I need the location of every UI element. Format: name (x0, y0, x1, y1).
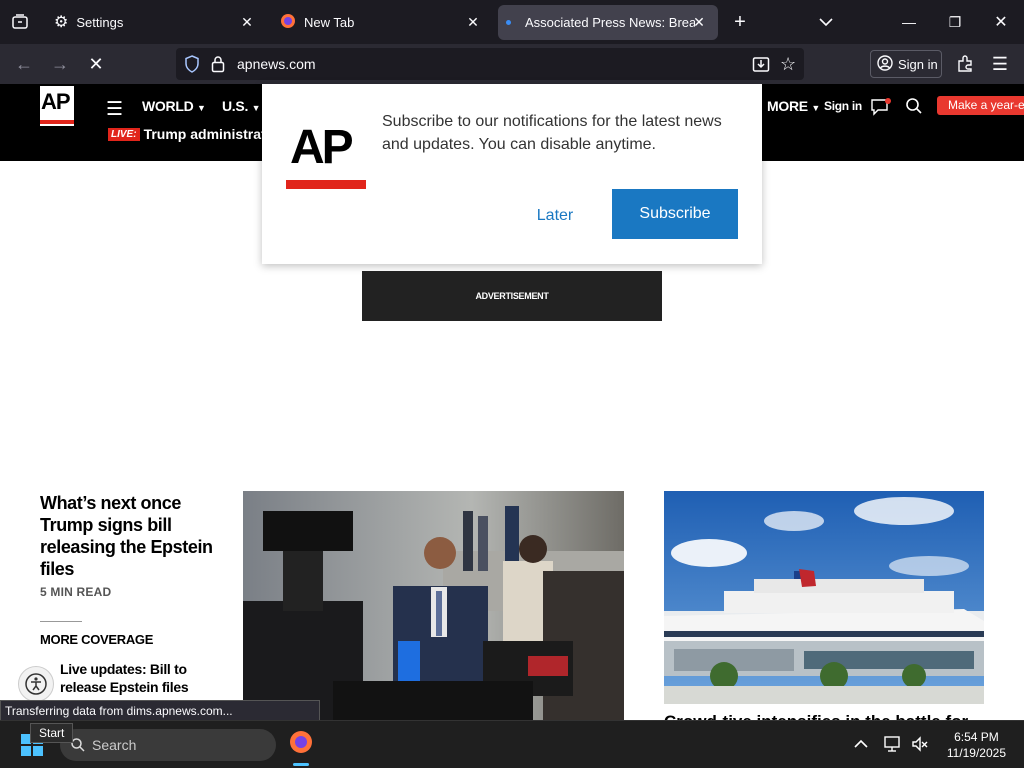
stop-loading-icon[interactable]: ✕ (82, 50, 110, 78)
firefox-icon (280, 13, 296, 32)
minimize-icon[interactable]: — (886, 0, 932, 44)
news-photo-press-scrum[interactable] (243, 491, 624, 720)
system-clock[interactable]: 6:54 PM 11/19/2025 (947, 729, 1006, 761)
status-bar: Transferring data from dims.apnews.com..… (0, 700, 320, 721)
sign-in-label: Sign in (898, 56, 938, 72)
download-page-icon[interactable] (752, 55, 770, 78)
chevron-down-icon: ▼ (251, 103, 261, 113)
nav-us-label: U.S. (222, 98, 249, 114)
more-coverage-label: MORE COVERAGE (40, 632, 154, 647)
divider (40, 621, 82, 622)
chevron-down-icon: ▼ (196, 103, 206, 113)
taskbar-active-indicator (293, 763, 309, 766)
volume-muted-icon[interactable] (911, 735, 929, 758)
tab-title: Settings (76, 14, 124, 30)
main-headline-link[interactable]: What’s next once Trump signs bill releas… (40, 492, 220, 580)
nav-world[interactable]: WORLD ▼ (142, 98, 206, 114)
new-tab-icon[interactable]: + (726, 8, 754, 36)
nav-world-label: WORLD (142, 98, 194, 114)
read-time: 5 MIN READ (40, 585, 112, 599)
loading-dot-icon (506, 20, 511, 25)
notification-subscribe-dialog: AP Subscribe to our notifications for th… (262, 84, 762, 264)
close-icon[interactable]: ✕ (238, 13, 256, 31)
clock-time: 6:54 PM (954, 730, 999, 744)
hamburger-menu-icon[interactable]: ☰ (106, 98, 123, 121)
tab-bar: ⚙ Settings ✕ New Tab ✕ Associated Press … (0, 0, 1024, 44)
news-photo-cruise-ship[interactable] (664, 491, 984, 704)
gear-icon: ⚙ (54, 14, 69, 31)
close-window-icon[interactable]: ✕ (978, 0, 1024, 44)
url-bar[interactable]: apnews.com ☆ (176, 48, 804, 80)
chevron-down-icon: ▼ (811, 103, 821, 113)
nav-more-label: MORE (767, 98, 808, 114)
bookmark-star-icon[interactable]: ☆ (780, 54, 796, 75)
search-icon[interactable] (905, 97, 923, 120)
start-tooltip: Start (30, 723, 74, 743)
live-badge: LIVE: (108, 127, 140, 141)
shield-icon[interactable] (184, 55, 200, 78)
later-button[interactable]: Later (524, 198, 586, 234)
clock-date: 11/19/2025 (946, 746, 1006, 760)
tab-new-tab[interactable]: New Tab ✕ (270, 0, 492, 44)
tab-title: New Tab (304, 14, 355, 30)
nav-bar: ← → ✕ apnews.com ☆ Sign in ☰ (0, 44, 1024, 84)
dialog-message: Subscribe to our notifications for the l… (382, 113, 722, 153)
ap-logo-text: AP (41, 89, 71, 114)
search-label: Search (92, 737, 137, 753)
ap-logo-text: AP (290, 121, 354, 174)
donate-cta-button[interactable]: Make a year-e (937, 96, 1024, 115)
ap-sign-in-link[interactable]: Sign in (824, 99, 862, 113)
maximize-icon[interactable]: ❐ (932, 0, 978, 44)
comments-icon[interactable] (870, 98, 892, 121)
chevron-up-icon[interactable] (854, 736, 868, 754)
chevron-down-icon[interactable] (812, 8, 840, 36)
url-text[interactable]: apnews.com (237, 56, 316, 72)
taskbar-search-input[interactable]: Search (60, 729, 276, 761)
forward-icon[interactable]: → (46, 50, 74, 78)
accessibility-icon[interactable] (18, 666, 54, 702)
network-icon[interactable] (884, 735, 902, 758)
live-ticker[interactable]: LIVE: Trump administration (108, 126, 287, 142)
ap-logo-red-bar (40, 120, 74, 124)
nav-more[interactable]: MORE ▼ (767, 98, 820, 114)
ad-label: ADVERTISEMENT (475, 291, 549, 301)
extensions-icon[interactable] (951, 50, 979, 78)
tab-settings[interactable]: ⚙ Settings ✕ (44, 0, 266, 44)
nav-us[interactable]: U.S. ▼ (222, 98, 261, 114)
ap-logo-red-bar (286, 180, 366, 189)
tab-list-icon[interactable] (6, 8, 34, 36)
ap-logo: AP (286, 120, 366, 190)
tab-ap-news[interactable]: Associated Press News: Breaking ✕ (498, 5, 718, 40)
subscribe-button[interactable]: Subscribe (612, 189, 738, 239)
close-icon[interactable]: ✕ (464, 13, 482, 31)
menu-icon[interactable]: ☰ (986, 50, 1014, 78)
tab-title: Associated Press News: Breaking (525, 15, 695, 30)
lock-icon[interactable] (211, 55, 225, 78)
close-icon[interactable]: ✕ (690, 13, 708, 31)
account-icon (877, 54, 893, 74)
account-sign-in-button[interactable]: Sign in (870, 50, 942, 78)
windows-taskbar: Search 6:54 PM 11/19/2025 (0, 720, 1024, 768)
taskbar-firefox-icon[interactable] (288, 729, 314, 755)
ap-logo[interactable]: AP (40, 86, 74, 126)
back-icon[interactable]: ← (10, 50, 38, 78)
advertisement-banner[interactable]: ADVERTISEMENT (362, 271, 662, 321)
